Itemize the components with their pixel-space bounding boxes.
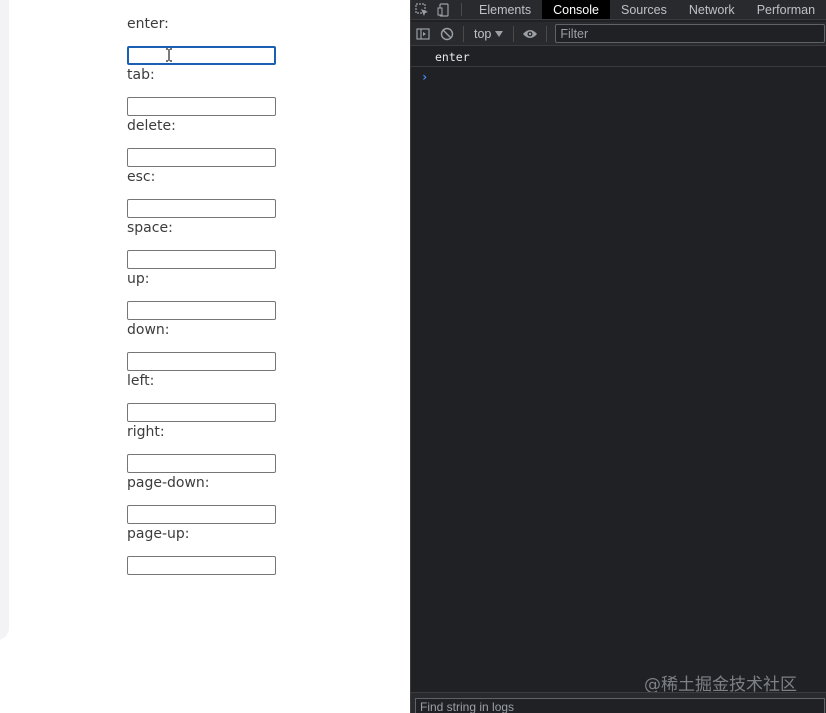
field-left: left:	[127, 371, 287, 422]
clear-icon	[440, 27, 454, 40]
field-label: page-down:	[127, 475, 210, 491]
web-page: enter: tab: delete: esc: space: up: down…	[0, 0, 410, 713]
page-side-panel	[0, 0, 9, 640]
dropdown-arrow-icon	[495, 30, 504, 37]
field-enter: enter:	[127, 14, 287, 65]
context-value: top	[474, 26, 492, 41]
field-label: page-up:	[127, 526, 190, 542]
field-right: right:	[127, 422, 287, 473]
context-selector[interactable]: top	[468, 27, 509, 41]
tab-elements[interactable]: Elements	[468, 0, 542, 19]
tab-sources[interactable]: Sources	[610, 0, 678, 19]
find-in-logs-input[interactable]	[415, 698, 825, 713]
delete-input[interactable]	[127, 148, 276, 167]
field-label: enter:	[127, 16, 169, 32]
tab-separator	[461, 3, 462, 16]
left-input[interactable]	[127, 403, 276, 422]
prompt-chevron-icon: ›	[421, 70, 429, 84]
devtools-tab-bar: Elements Console Sources Network Perform…	[411, 0, 826, 20]
field-label: space:	[127, 220, 173, 236]
up-input[interactable]	[127, 301, 276, 320]
field-label: down:	[127, 322, 170, 338]
console-toolbar: top	[411, 22, 826, 46]
toolbar-separator	[546, 25, 548, 42]
page-down-input[interactable]	[127, 505, 276, 524]
esc-input[interactable]	[127, 199, 276, 218]
tab-performance[interactable]: Performan	[746, 0, 826, 19]
right-input[interactable]	[127, 454, 276, 473]
enter-input[interactable]	[127, 46, 276, 65]
field-label: left:	[127, 373, 155, 389]
tab-input[interactable]	[127, 97, 276, 116]
console-log-line: enter	[411, 47, 826, 67]
device-icon	[437, 2, 449, 17]
console-prompt[interactable]: ›	[411, 67, 826, 87]
field-page-up: page-up:	[127, 524, 287, 575]
tab-console[interactable]: Console	[542, 0, 610, 19]
field-up: up:	[127, 269, 287, 320]
device-toolbar-button[interactable]	[433, 0, 455, 19]
field-label: tab:	[127, 67, 155, 83]
inspect-element-button[interactable]	[411, 0, 433, 19]
space-input[interactable]	[127, 250, 276, 269]
sidebar-icon	[416, 27, 430, 40]
field-label: up:	[127, 271, 150, 287]
filter-input[interactable]	[555, 24, 826, 43]
field-label: esc:	[127, 169, 156, 185]
tab-network[interactable]: Network	[678, 0, 746, 19]
field-esc: esc:	[127, 167, 287, 218]
toolbar-separator	[513, 25, 515, 42]
find-bar	[411, 692, 826, 713]
field-page-down: page-down:	[127, 473, 287, 524]
field-label: delete:	[127, 118, 176, 134]
page-up-input[interactable]	[127, 556, 276, 575]
clear-console-button[interactable]	[435, 22, 459, 46]
field-down: down:	[127, 320, 287, 371]
console-output: enter ›	[411, 47, 826, 87]
inspect-icon	[415, 2, 428, 16]
field-label: right:	[127, 424, 165, 440]
field-delete: delete:	[127, 116, 287, 167]
eye-icon	[523, 29, 538, 38]
key-form: enter: tab: delete: esc: space: up: down…	[127, 14, 287, 575]
devtools-panel: Elements Console Sources Network Perform…	[410, 0, 826, 713]
down-input[interactable]	[127, 352, 276, 371]
toolbar-separator	[463, 25, 464, 42]
sidebar-toggle-button[interactable]	[411, 22, 435, 46]
field-space: space:	[127, 218, 287, 269]
field-tab: tab:	[127, 65, 287, 116]
live-expression-button[interactable]	[518, 22, 542, 46]
